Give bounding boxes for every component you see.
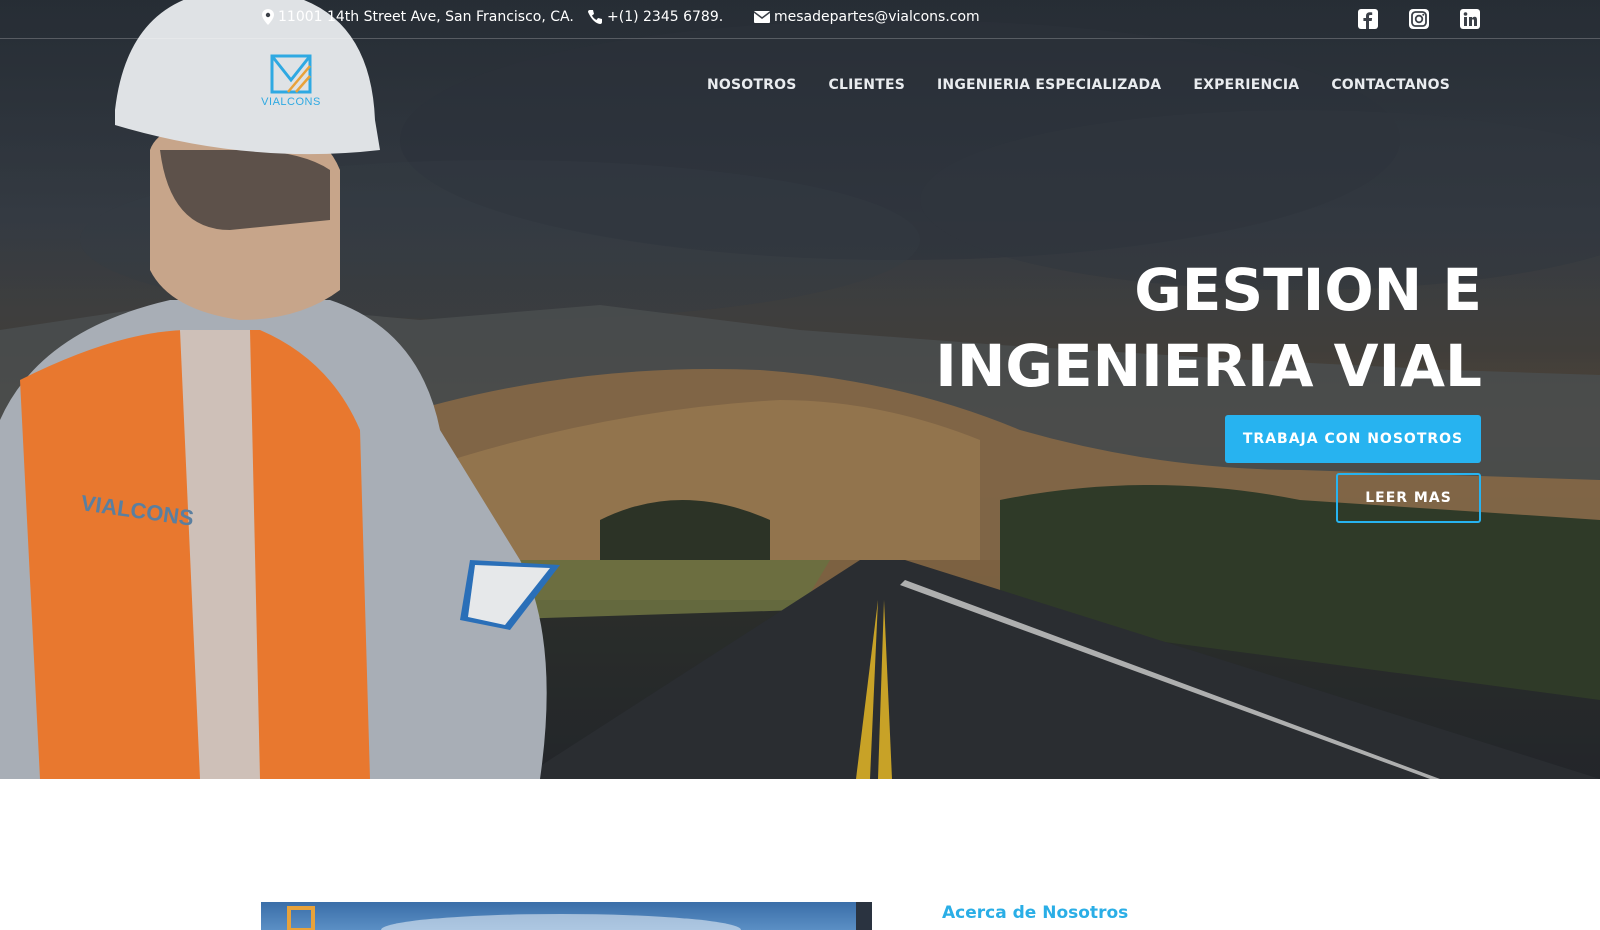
nav-item-ingenieria[interactable]: INGENIERIA ESPECIALIZADA (937, 77, 1161, 93)
about-section-title: Acerca de Nosotros (942, 903, 1129, 923)
address-item: 11001 14th Street Ave, San Francisco, CA… (262, 6, 574, 28)
leer-mas-button[interactable]: LEER MAS (1336, 473, 1481, 523)
hero-section: VIALCONS 11001 14th Street Ave, San Fran… (0, 0, 1600, 779)
envelope-icon (754, 11, 770, 23)
trabaja-con-nosotros-button[interactable]: TRABAJA CON NOSOTROS (1225, 415, 1481, 463)
nav-item-nosotros[interactable]: NOSOTROS (707, 77, 797, 93)
location-pin-icon (262, 9, 274, 25)
phone-text: +(1) 2345 6789. (607, 9, 724, 25)
email-item[interactable]: mesadepartes@vialcons.com (754, 6, 980, 28)
phone-icon (588, 10, 602, 24)
logo-text: VIALCONS (261, 96, 321, 108)
nav-item-experiencia[interactable]: EXPERIENCIA (1193, 77, 1299, 93)
address-text: 11001 14th Street Ave, San Francisco, CA… (278, 9, 574, 25)
main-nav: NOSOTROS CLIENTES INGENIERIA ESPECIALIZA… (675, 74, 1450, 96)
hero-title-line1: GESTION E (1134, 256, 1482, 324)
logo-mark-icon (270, 54, 312, 94)
company-logo[interactable]: VIALCONS (258, 52, 324, 112)
facebook-icon[interactable] (1357, 8, 1379, 30)
phone-item[interactable]: +(1) 2345 6789. (587, 6, 723, 28)
nav-item-clientes[interactable]: CLIENTES (829, 77, 905, 93)
top-contact-bar: 11001 14th Street Ave, San Francisco, CA… (0, 0, 1600, 39)
about-image-graphic (287, 902, 872, 930)
about-image (261, 902, 872, 930)
nav-item-contactanos[interactable]: CONTACTANOS (1331, 77, 1450, 93)
email-text: mesadepartes@vialcons.com (774, 9, 980, 25)
hero-title-line2: INGENIERIA VIAL (935, 332, 1482, 400)
hero-title: GESTION E INGENIERIA VIAL (935, 252, 1482, 404)
linkedin-icon[interactable] (1459, 8, 1481, 30)
instagram-icon[interactable] (1408, 8, 1430, 30)
